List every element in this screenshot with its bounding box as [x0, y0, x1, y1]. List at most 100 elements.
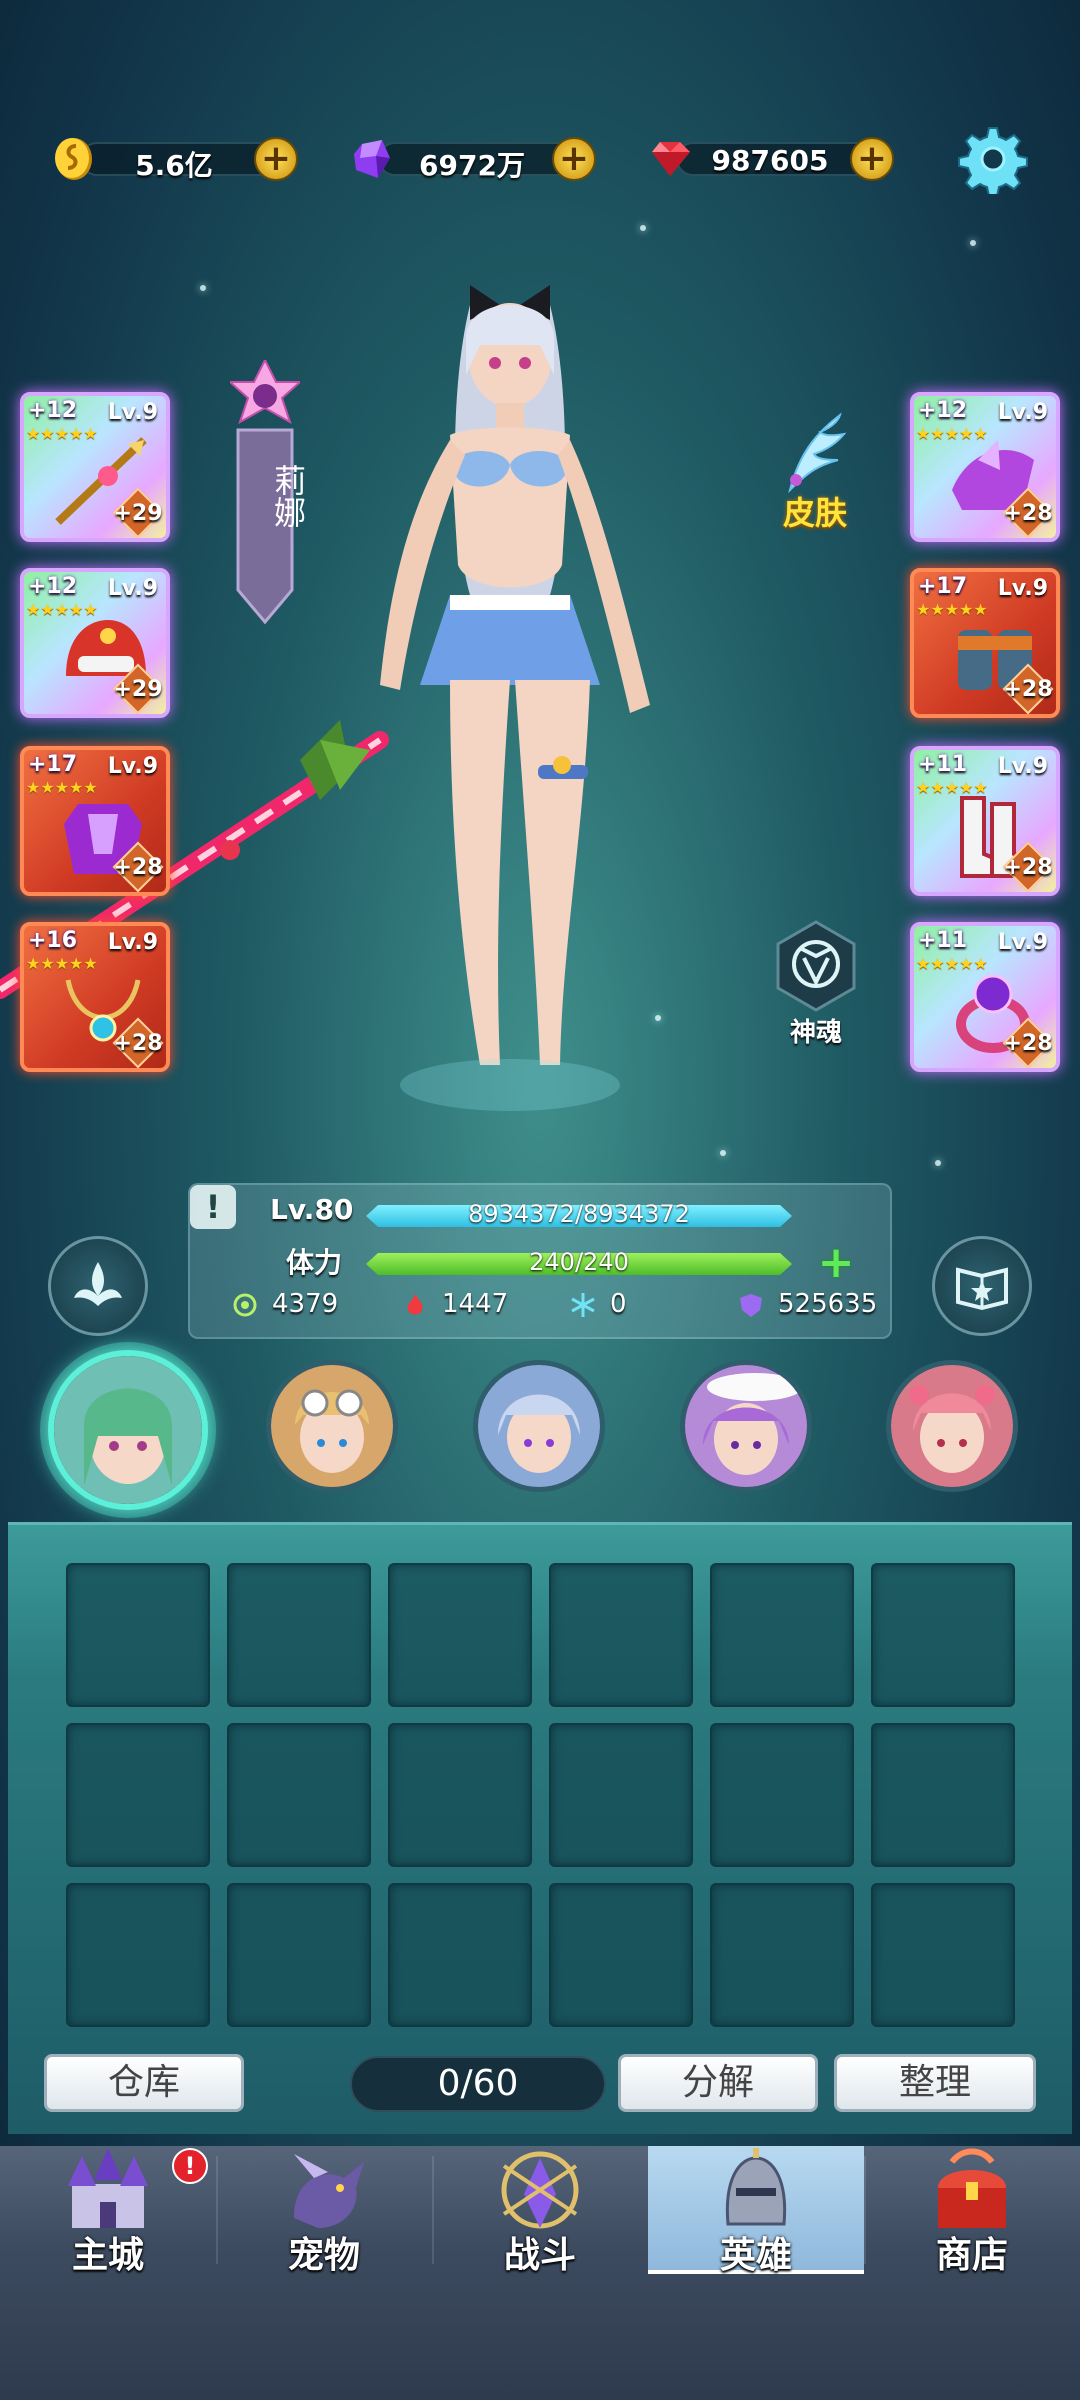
add-ruby-button[interactable]: +	[850, 137, 894, 181]
portrait-silver-hair	[478, 1365, 600, 1487]
hero-codex-button[interactable]	[932, 1236, 1032, 1336]
enhance-level: +11	[918, 928, 968, 953]
hero-portrait[interactable]	[266, 1360, 398, 1492]
enhance-level: +17	[28, 752, 78, 777]
inventory-slot[interactable]	[66, 1883, 210, 2027]
nav-label: 宠物	[287, 2235, 360, 2276]
inventory-slot[interactable]	[227, 1883, 371, 2027]
bonus-badge: +28	[1002, 844, 1054, 890]
hero-portrait[interactable]	[473, 1360, 605, 1492]
inventory-slot[interactable]	[549, 1563, 693, 1707]
stamina-value: 240/240	[529, 1248, 629, 1276]
bonus-badge: +29	[112, 666, 164, 712]
add-gold-button[interactable]: +	[254, 137, 298, 181]
add-crystal-button[interactable]: +	[552, 137, 596, 181]
star-rating: ★★★★★	[26, 424, 98, 443]
star-rating: ★★★★★	[916, 424, 988, 443]
inventory-slot[interactable]	[388, 1723, 532, 1867]
crystal-counter: 6972万 +	[348, 132, 596, 182]
hero-name-banner: 莉娜	[230, 360, 307, 625]
attack-icon	[233, 1293, 257, 1316]
item-level: Lv.9	[107, 930, 158, 955]
skin-button[interactable]: 皮肤	[770, 410, 850, 532]
wing-icon	[788, 412, 847, 494]
equip-slot-boots[interactable]: +11 Lv.9 ★★★★★ +28	[910, 746, 1060, 896]
hero-portrait[interactable]	[680, 1360, 812, 1492]
decompose-button[interactable]: 分解	[618, 2054, 818, 2112]
soul-label: 神魂	[789, 1018, 842, 1048]
inventory-slot[interactable]	[710, 1883, 854, 2027]
inventory-slot[interactable]	[871, 1723, 1015, 1867]
nav-pets[interactable]: 宠物	[216, 2146, 432, 2276]
nav-label: 英雄	[719, 2235, 792, 2276]
notification-badge: !	[172, 2148, 208, 2184]
gold-value: 5.6亿	[135, 149, 213, 182]
equip-slot-ring[interactable]: +11 Lv.9 ★★★★★ +28	[910, 922, 1060, 1072]
attack-stat: 4379	[232, 1289, 338, 1319]
fire-icon	[407, 1293, 423, 1314]
portrait-blonde-goggles	[271, 1365, 393, 1487]
soul-button[interactable]: 神魂	[766, 920, 866, 1050]
inventory-slot[interactable]	[66, 1723, 210, 1867]
equip-slot-gloves[interactable]: +17 Lv.9 ★★★★★ +28	[910, 568, 1060, 718]
star-rating: ★★★★★	[916, 954, 988, 973]
inventory-slot[interactable]	[388, 1563, 532, 1707]
hp-value: 8934372/8934372	[468, 1200, 690, 1228]
inventory-slot[interactable]	[710, 1723, 854, 1867]
bonus-badge: +28	[1002, 666, 1054, 712]
inventory-slot[interactable]	[549, 1883, 693, 2027]
nav-heroes[interactable]: 英雄	[648, 2146, 864, 2276]
inventory-slot[interactable]	[871, 1563, 1015, 1707]
inventory-slot[interactable]	[549, 1723, 693, 1867]
ice-stat: 0	[570, 1289, 627, 1319]
add-stamina-button[interactable]: +	[814, 1241, 858, 1287]
sparkle	[935, 1160, 941, 1166]
sort-button[interactable]: 整理	[834, 2054, 1036, 2112]
inventory-slot[interactable]	[388, 1883, 532, 2027]
star-rating: ★★★★★	[26, 600, 98, 619]
equip-slot-shoulder[interactable]: +12 Lv.9 ★★★★★ +28	[910, 392, 1060, 542]
hero-stats-panel: ! Lv.80 8934372/8934372 体力 240/240 + 437…	[188, 1183, 892, 1339]
nav-battle[interactable]: 战斗	[432, 2146, 648, 2276]
treasure-chest-icon	[938, 2148, 1006, 2228]
star-rating: ★★★★★	[26, 954, 98, 973]
equip-slot-weapon[interactable]: +12 Lv.9 ★★★★★ +29	[20, 392, 170, 542]
settings-gear-icon[interactable]	[958, 124, 1028, 194]
stat-info-button[interactable]: !	[190, 1185, 236, 1229]
hero-talent-button[interactable]	[48, 1236, 148, 1336]
item-level: Lv.9	[107, 576, 158, 601]
power-stat: 525635	[738, 1289, 877, 1319]
item-level: Lv.9	[997, 754, 1048, 779]
bonus-badge: +28	[112, 844, 164, 890]
hero-portrait[interactable]	[886, 1360, 1018, 1492]
skin-label: 皮肤	[782, 494, 847, 532]
nav-shop[interactable]: 商店	[864, 2146, 1080, 2276]
hero-portrait-selected[interactable]	[48, 1350, 208, 1510]
inventory-count: 0/60	[350, 2056, 606, 2112]
fleur-emblem-icon	[74, 1262, 122, 1306]
nav-main-city[interactable]: ! 主城	[0, 2146, 216, 2276]
enhance-level: +16	[28, 928, 78, 953]
snowflake-icon	[571, 1292, 595, 1317]
hero-level: Lv.80	[270, 1193, 354, 1226]
inventory-slot[interactable]	[227, 1723, 371, 1867]
portrait-pink-hair	[891, 1365, 1013, 1487]
sparkle	[640, 225, 646, 231]
equip-slot-armor[interactable]: +17 Lv.9 ★★★★★ +28	[20, 746, 170, 896]
inventory-slot[interactable]	[871, 1883, 1015, 2027]
item-level: Lv.9	[107, 400, 158, 425]
star-rating: ★★★★★	[26, 778, 98, 797]
portrait-green-hair	[54, 1356, 202, 1504]
inventory-slot[interactable]	[710, 1563, 854, 1707]
battle-crest-icon	[501, 2151, 579, 2229]
equip-slot-necklace[interactable]: +16 Lv.9 ★★★★★ +28	[20, 922, 170, 1072]
inventory-slot[interactable]	[227, 1563, 371, 1707]
book-icon	[956, 1267, 1008, 1311]
bonus-badge: +28	[1002, 1020, 1054, 1066]
shield-icon	[740, 1293, 762, 1317]
inventory-slot[interactable]	[66, 1563, 210, 1707]
equip-slot-helmet[interactable]: +12 Lv.9 ★★★★★ +29	[20, 568, 170, 718]
nav-label: 战斗	[503, 2235, 576, 2276]
stamina-label: 体力	[286, 1246, 343, 1279]
warehouse-button[interactable]: 仓库	[44, 2054, 244, 2112]
